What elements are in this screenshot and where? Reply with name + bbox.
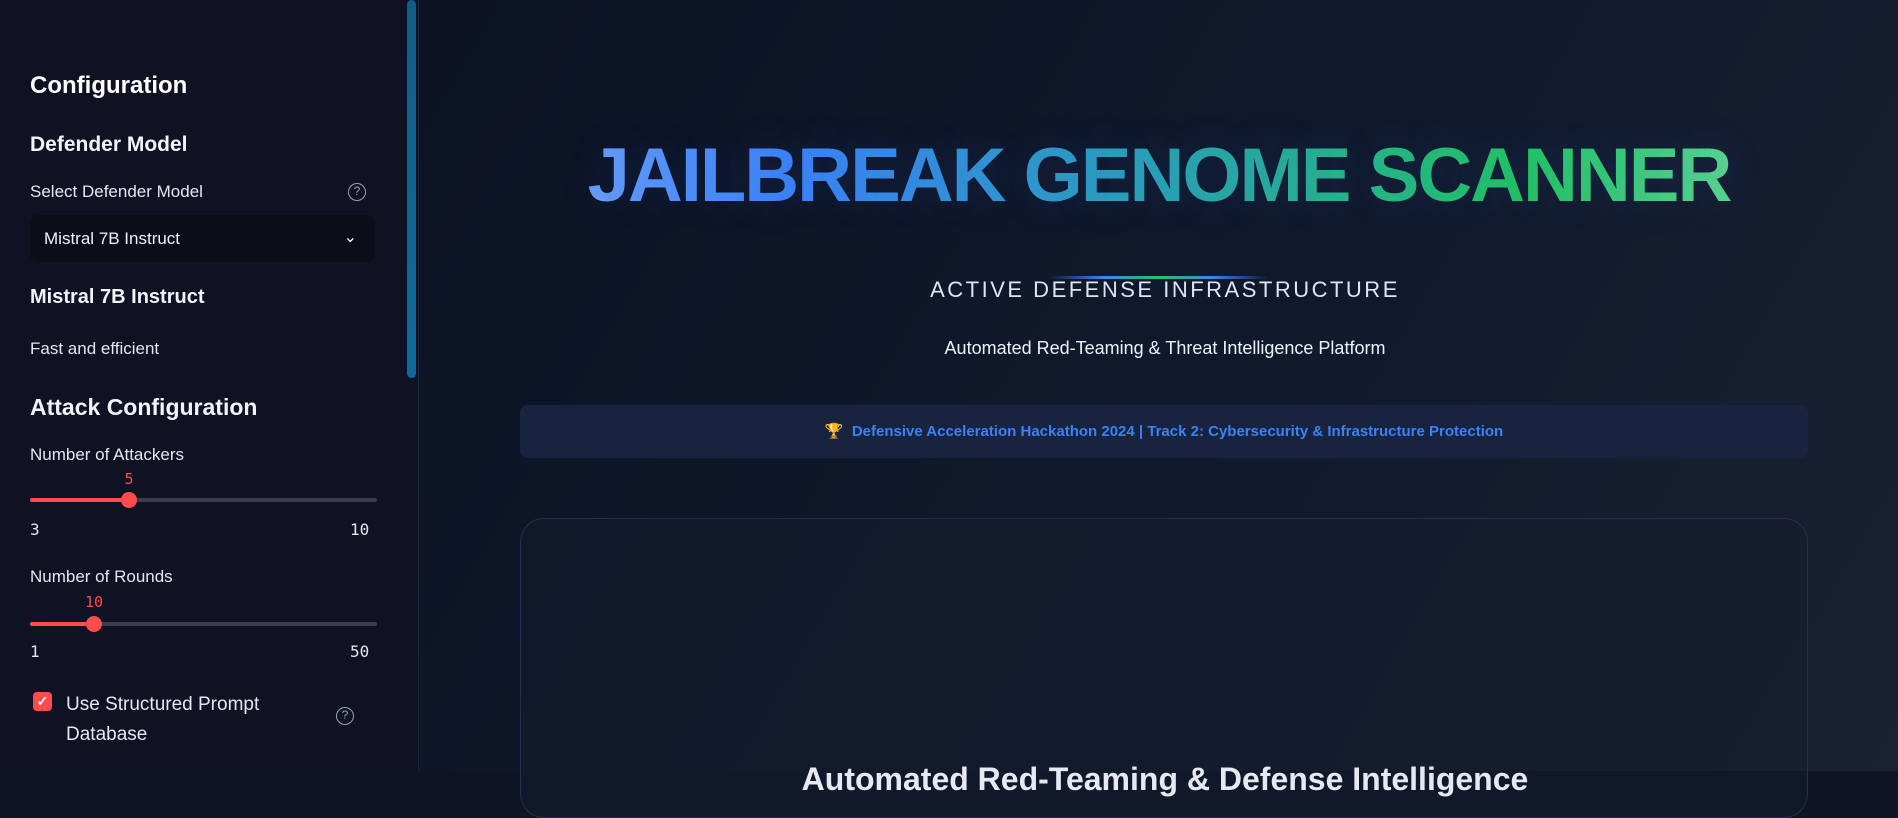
structured-db-label: Use Structured Prompt Database — [66, 690, 259, 750]
sidebar-title: Configuration — [30, 72, 188, 99]
help-icon[interactable]: ? — [348, 183, 366, 201]
rounds-value: 10 — [84, 593, 104, 611]
sidebar-scrollbar[interactable] — [407, 0, 416, 378]
card-heading: Automated Red-Teaming & Defense Intellig… — [801, 761, 1529, 797]
chevron-down-icon: ⌄ — [343, 229, 357, 246]
trophy-icon: 🏆 — [824, 423, 844, 440]
label-line: Use Structured Prompt — [66, 694, 260, 715]
model-name-heading: Mistral 7B Instruct — [30, 286, 205, 308]
select-defender-label: Select Defender Model — [30, 182, 203, 201]
attackers-max: 10 — [350, 520, 370, 539]
hero-card: Automated Red-Teaming & Defense Intellig… — [520, 518, 1808, 818]
app-title: JAILBREAK GENOME SCANNER — [420, 132, 1898, 219]
main-content: JAILBREAK GENOME SCANNER ACTIVE DEFENSE … — [420, 0, 1898, 818]
rounds-slider[interactable] — [30, 616, 377, 632]
tagline: Automated Red-Teaming & Threat Intellige… — [944, 338, 1386, 358]
subtitle: ACTIVE DEFENSE INFRASTRUCTURE — [930, 277, 1400, 302]
model-description: Fast and efficient — [30, 339, 160, 358]
structured-db-checkbox[interactable]: ✓ — [33, 692, 52, 711]
defender-model-heading: Defender Model — [30, 133, 188, 156]
banner-text: Defensive Acceleration Hackathon 2024 | … — [851, 423, 1504, 440]
slider-thumb[interactable] — [121, 492, 137, 508]
label-line: Database — [66, 724, 148, 745]
sidebar: Configuration Defender Model Select Defe… — [0, 0, 419, 771]
attackers-slider[interactable] — [30, 492, 377, 508]
attackers-label: Number of Attackers — [30, 445, 185, 464]
defender-model-select[interactable]: Mistral 7B Instruct ⌄ — [30, 215, 375, 262]
attackers-min: 3 — [30, 520, 40, 539]
help-icon[interactable]: ? — [336, 707, 354, 725]
rounds-max: 50 — [350, 642, 370, 661]
slider-thumb[interactable] — [86, 616, 102, 632]
hackathon-banner: 🏆 Defensive Acceleration Hackathon 2024 … — [520, 405, 1808, 458]
rounds-min: 1 — [30, 642, 40, 661]
rounds-label: Number of Rounds — [30, 567, 173, 586]
attackers-value: 5 — [124, 470, 134, 488]
attack-config-heading: Attack Configuration — [30, 394, 258, 420]
selected-model-value: Mistral 7B Instruct — [44, 229, 181, 248]
